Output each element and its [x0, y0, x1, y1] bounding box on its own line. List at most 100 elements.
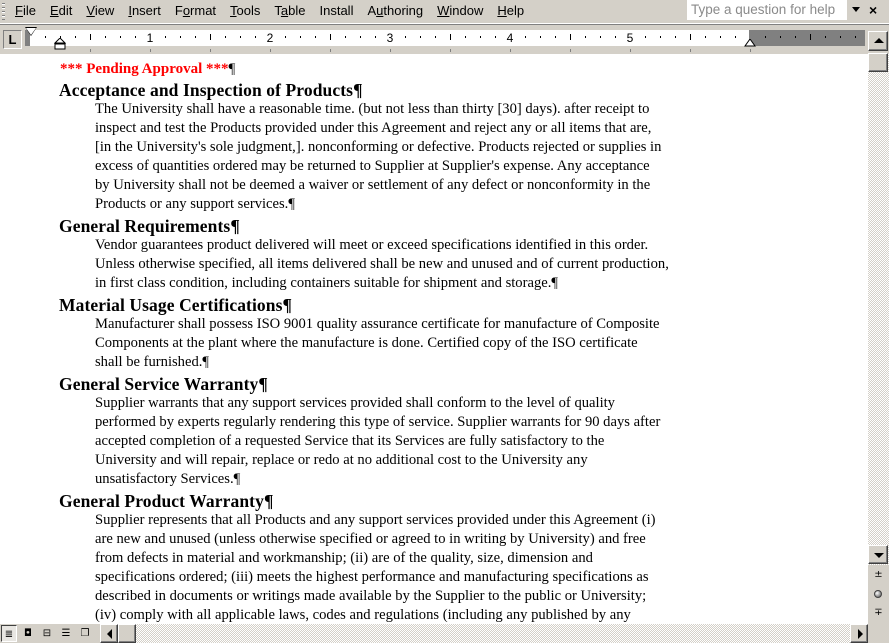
- body-line: inspect and test the Products provided u…: [95, 119, 819, 138]
- ruler-under-tick: [450, 49, 451, 52]
- arrow-left-icon: [107, 629, 112, 639]
- ruler-tick: [825, 36, 826, 38]
- next-page-button[interactable]: ∓: [868, 604, 889, 622]
- ruler-tick: [585, 36, 586, 38]
- menu-bar: File Edit View Insert Format Tools Table Instal…: [0, 0, 889, 24]
- menu-window[interactable]: Window: [430, 1, 490, 21]
- body-line: The University shall have a reasonable t…: [95, 100, 819, 119]
- ruler-tick: [450, 34, 451, 40]
- web-layout-view-icon: ◘: [24, 628, 32, 639]
- hanging-indent-marker[interactable]: [54, 38, 66, 50]
- ruler-number: 5: [626, 31, 634, 45]
- ruler-under-tick: [630, 49, 631, 52]
- body-line: Products or any support services.¶: [95, 195, 819, 214]
- ruler-tick: [375, 36, 376, 38]
- menu-table[interactable]: Table: [267, 1, 312, 21]
- document-area[interactable]: *** Pending Approval ***¶ Acceptance and…: [0, 54, 868, 624]
- outline-view-icon: ☰: [61, 628, 71, 639]
- body-line-text: in first class condition, including cont…: [95, 275, 552, 291]
- ruler-tick: [525, 36, 526, 38]
- body-line-text: (iv) comply with all applicable laws, co…: [95, 607, 631, 623]
- ruler-tick: [600, 36, 601, 38]
- help-dropdown-icon[interactable]: [852, 7, 860, 12]
- horizontal-scrollbar-track[interactable]: [136, 624, 852, 643]
- normal-view-button[interactable]: ≣: [1, 625, 17, 642]
- reading-layout-view-button[interactable]: ❐: [77, 625, 93, 642]
- help-search-input[interactable]: Type a question for help: [687, 0, 847, 20]
- menu-file[interactable]: File: [8, 1, 43, 21]
- body-line: excess of quantities ordered may be retu…: [95, 157, 819, 176]
- menu-tools[interactable]: Tools: [223, 1, 267, 21]
- ruler-tick: [90, 34, 91, 40]
- previous-page-button[interactable]: ±: [868, 566, 889, 584]
- body-line-text: inspect and test the Products provided u…: [95, 120, 652, 136]
- section-heading-text: Material Usage Certifications: [59, 295, 283, 315]
- tab-stop-selector[interactable]: L: [3, 30, 22, 49]
- ruler-tick: [615, 36, 616, 38]
- menu-authoring[interactable]: Authoring: [360, 1, 430, 21]
- horizontal-ruler[interactable]: 1 2 3 4 5: [25, 30, 865, 46]
- ruler-under-tick: [750, 49, 751, 52]
- horizontal-scroll-thumb[interactable]: [118, 624, 136, 643]
- ruler-scroll-corner-button[interactable]: [868, 31, 888, 51]
- body-line-text: Vendor guarantees product delivered will…: [95, 237, 649, 253]
- body-line-text: are new and unused (unless otherwise spe…: [95, 531, 646, 547]
- body-line: specifications ordered; (iii) meets the …: [95, 568, 819, 587]
- ruler-tick: [675, 36, 676, 38]
- ruler-under-tick: [570, 49, 571, 52]
- web-layout-view-button[interactable]: ◘: [20, 625, 36, 642]
- body-line: described in documents or writings made …: [95, 587, 819, 606]
- ruler-tick: [810, 34, 811, 40]
- ruler-tick: [210, 34, 211, 40]
- print-layout-view-button[interactable]: ⊟: [39, 625, 55, 642]
- select-browse-object-button[interactable]: [868, 585, 889, 603]
- ruler-bar: L 1 2 3 4 5: [0, 24, 889, 54]
- ruler-tick: [405, 36, 406, 38]
- body-line: in first class condition, including cont…: [95, 274, 819, 293]
- ruler-tick: [225, 36, 226, 38]
- menu-format[interactable]: Format: [168, 1, 223, 21]
- right-indent-marker[interactable]: [744, 39, 756, 47]
- first-line-indent-marker[interactable]: [26, 28, 36, 35]
- ruler-tick: [690, 34, 691, 40]
- arrow-up-icon: [874, 38, 884, 43]
- body-line: Vendor guarantees product delivered will…: [95, 236, 819, 255]
- ruler-tick: [360, 36, 361, 38]
- vertical-scroll-thumb[interactable]: [868, 53, 888, 72]
- ruler-tick: [570, 34, 571, 40]
- body-line: performed by experts regularly rendering…: [95, 413, 819, 432]
- ruler-tick: [735, 36, 736, 38]
- reading-layout-view-icon: ❐: [80, 628, 90, 639]
- ruler-tick: [75, 36, 76, 38]
- ruler-under-tick: [510, 49, 511, 52]
- vertical-scrollbar-track[interactable]: [868, 54, 889, 624]
- ruler-number: 4: [506, 31, 514, 45]
- ruler-under-tick: [270, 49, 271, 52]
- ruler-tick: [315, 36, 316, 38]
- section-heading: Acceptance and Inspection of Products¶: [59, 80, 819, 100]
- body-line: shall be furnished.¶: [95, 353, 819, 372]
- menu-grip-handle[interactable]: [2, 3, 5, 20]
- menu-edit[interactable]: Edit: [43, 1, 79, 21]
- close-document-button[interactable]: ×: [869, 0, 877, 20]
- normal-view-icon: ≣: [4, 629, 14, 640]
- ruler-tick: [645, 36, 646, 38]
- menu-view[interactable]: View: [79, 1, 121, 21]
- section-heading-text: General Product Warranty: [59, 491, 264, 511]
- menu-help[interactable]: Help: [490, 1, 531, 21]
- scroll-right-button[interactable]: [850, 624, 868, 643]
- body-line-text: Products or any support services.: [95, 196, 289, 212]
- document-section: Material Usage Certifications¶ Manufactur…: [59, 295, 819, 372]
- scroll-left-button[interactable]: [100, 624, 118, 643]
- ruler-tick: [720, 36, 721, 38]
- menu-insert[interactable]: Insert: [121, 1, 168, 21]
- scroll-down-button[interactable]: [868, 545, 888, 564]
- print-layout-view-icon: ⊟: [42, 628, 52, 639]
- pilcrow-mark: ¶: [288, 196, 295, 212]
- menu-install[interactable]: Install: [313, 1, 361, 21]
- ruler-under-tick: [90, 49, 91, 52]
- menu-items: File Edit View Insert Format Tools Table Instal…: [8, 0, 531, 22]
- ruler-tick: [255, 36, 256, 38]
- ruler-tick: [285, 36, 286, 38]
- outline-view-button[interactable]: ☰: [58, 625, 74, 642]
